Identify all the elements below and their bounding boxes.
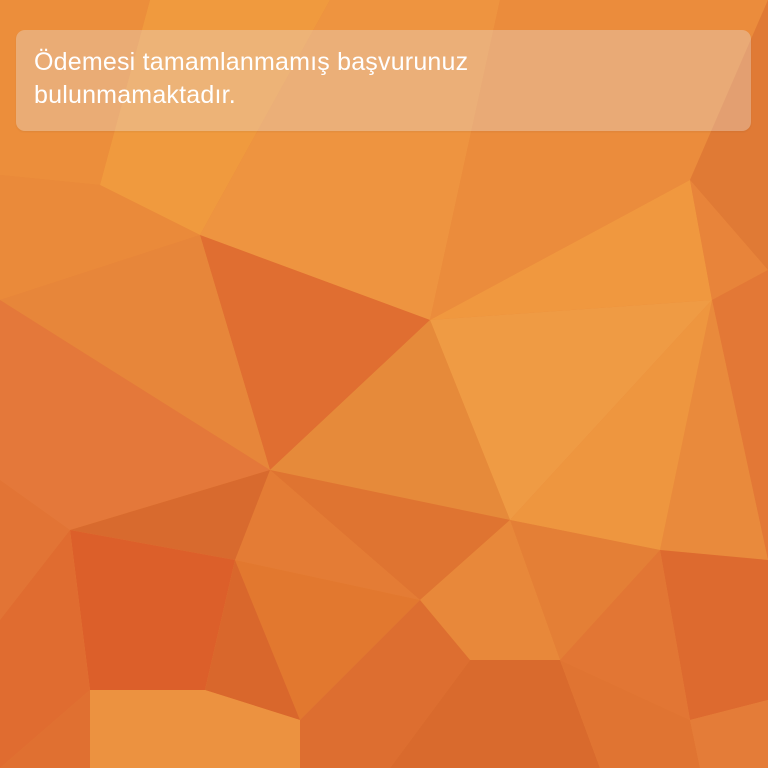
info-banner: Ödemesi tamamlanmamış başvurunuz bulunma… (16, 30, 751, 131)
banner-message: Ödemesi tamamlanmamış başvurunuz bulunma… (34, 48, 469, 109)
